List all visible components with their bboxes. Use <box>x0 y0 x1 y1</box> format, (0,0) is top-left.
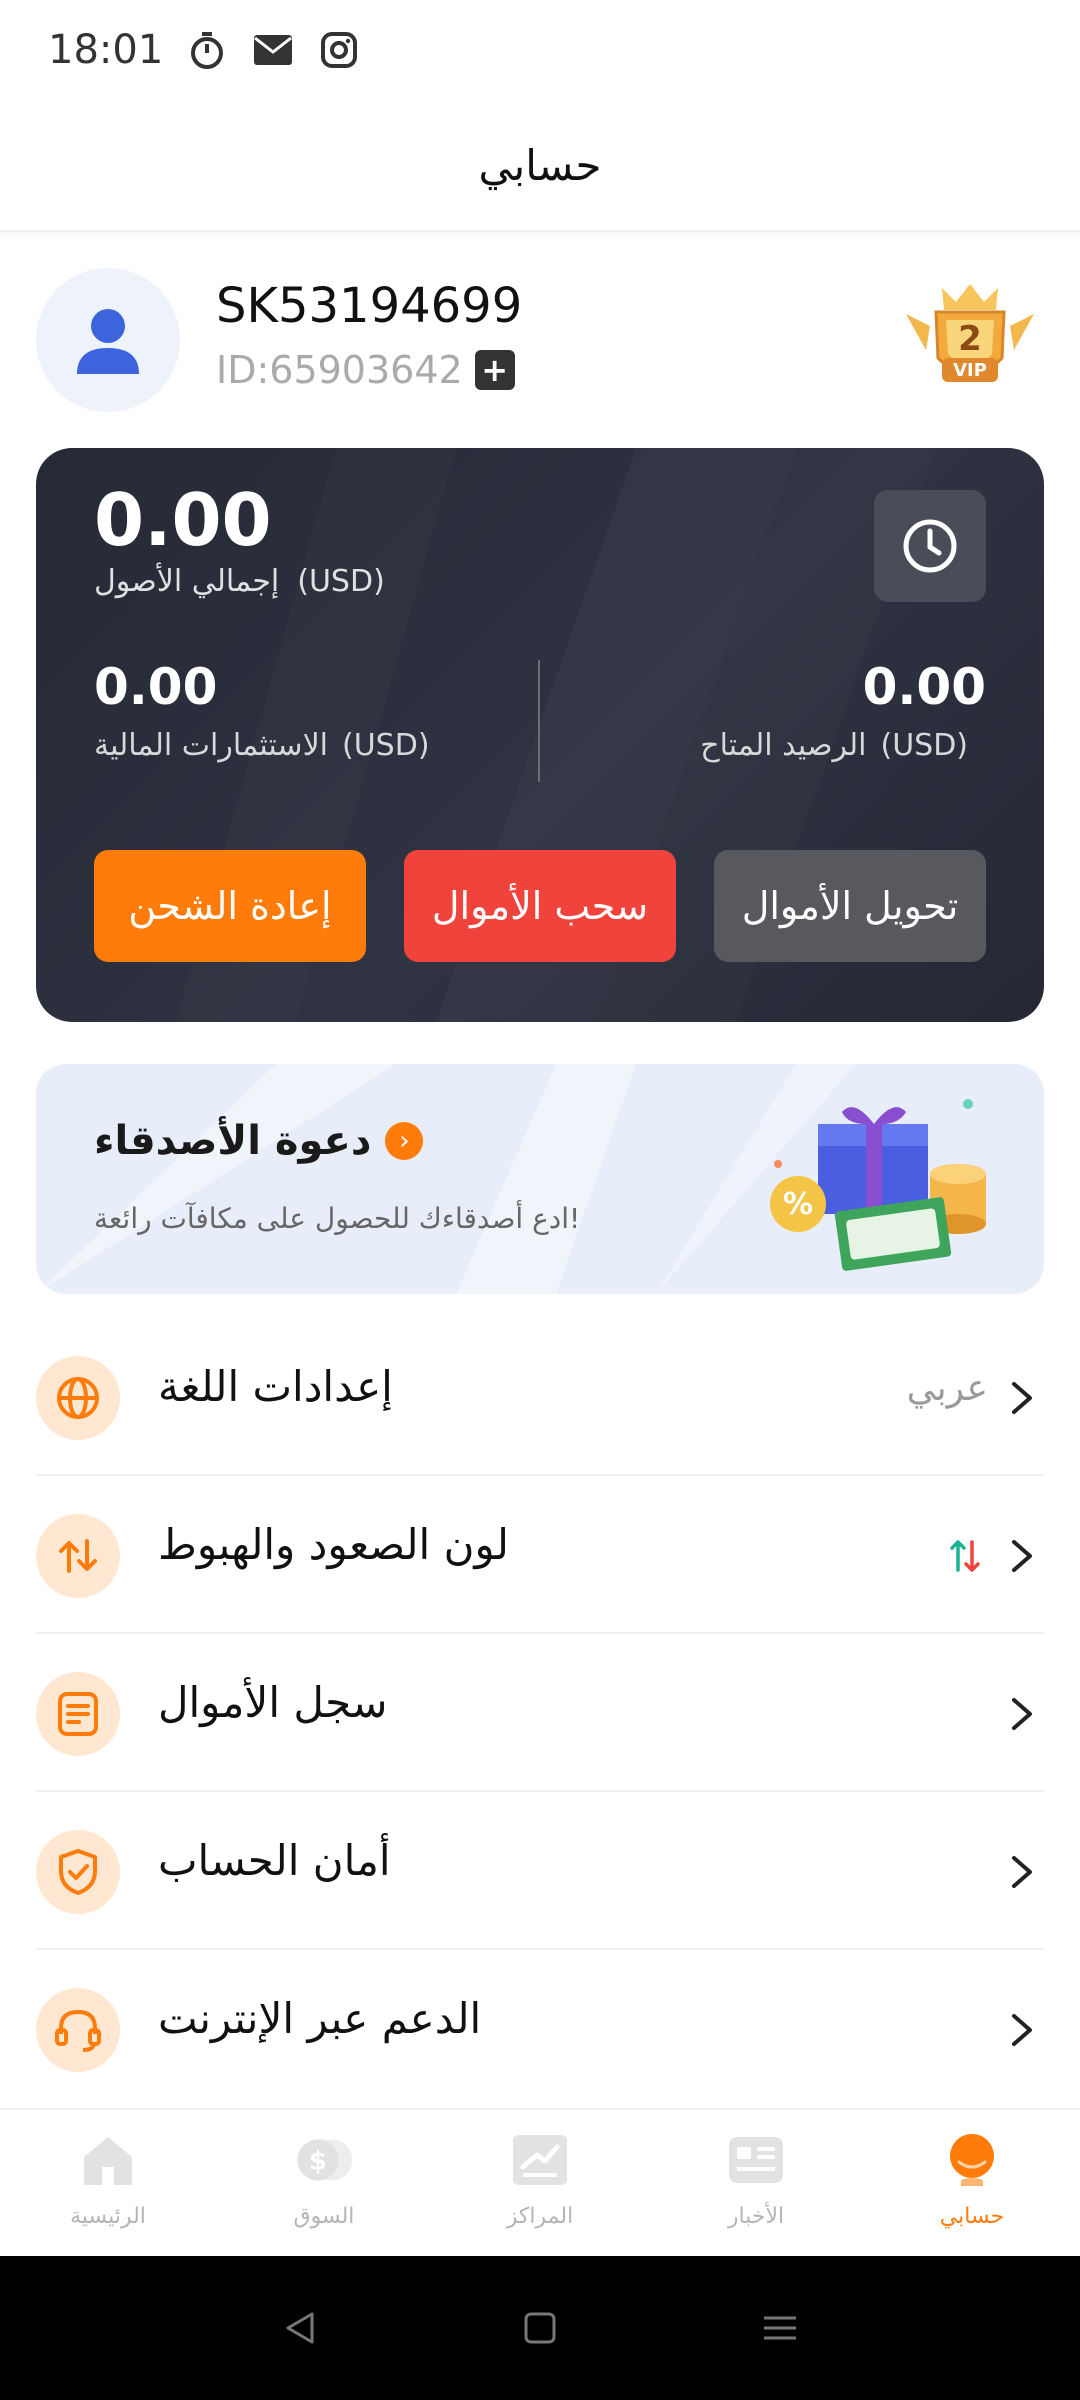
market-coin-icon: $ <box>294 2130 354 2190</box>
avatar[interactable] <box>36 268 180 412</box>
invite-title-row: دعوة الأصدقاء › <box>94 1118 424 1164</box>
profile-icon <box>942 2130 1002 2190</box>
menu-label: سجل الأموال <box>158 1678 388 1727</box>
home-square-icon[interactable] <box>510 2298 570 2358</box>
menu-item-up-down-color[interactable]: لون الصعود والهبوط <box>36 1476 1044 1634</box>
clock-icon <box>903 519 957 573</box>
user-id-row: ID:65903642 + <box>216 348 515 392</box>
up-down-color-indicator-icon <box>950 1540 980 1572</box>
card-divider <box>538 660 540 782</box>
system-nav-bar <box>0 2256 1080 2400</box>
vip-level: 2 <box>958 319 982 359</box>
nav-label: المراكز <box>506 2204 574 2229</box>
nav-market[interactable]: $ السوق <box>216 2110 432 2256</box>
shield-check-icon <box>36 1830 120 1914</box>
nav-label: السوق <box>293 2204 355 2229</box>
home-icon <box>78 2130 138 2190</box>
timer-icon <box>185 28 229 72</box>
vip-label: VIP <box>953 360 987 381</box>
menu-item-account-security[interactable]: أمان الحساب <box>36 1792 1044 1950</box>
menu-label: أمان الحساب <box>158 1836 391 1885</box>
nav-positions[interactable]: المراكز <box>432 2110 648 2256</box>
available-balance-currency: (USD) <box>880 728 968 763</box>
headset-icon <box>36 1988 120 2072</box>
svg-text:%: % <box>783 1187 813 1222</box>
vip-badge[interactable]: 2 VIP <box>896 266 1044 396</box>
svg-text:$: $ <box>309 2146 327 2176</box>
chevron-right-icon <box>1012 2014 1032 2046</box>
investments-currency: (USD) <box>342 728 430 763</box>
investments-value: 0.00 <box>94 658 218 716</box>
invite-subtitle: ادع أصدقاءك للحصول على مكافآت رائعة! <box>94 1202 581 1235</box>
recharge-button[interactable]: إعادة الشحن <box>94 850 366 962</box>
menu-label: الدعم عبر الإنترنت <box>158 1994 482 2043</box>
total-assets-label: إجمالي الأصول (USD) <box>94 564 385 599</box>
mail-icon <box>251 28 295 72</box>
document-icon <box>36 1672 120 1756</box>
status-bar: 18:01 <box>0 0 1080 100</box>
copy-icon[interactable]: + <box>474 350 515 390</box>
nav-label: الرئيسية <box>70 2204 146 2229</box>
news-icon <box>726 2130 786 2190</box>
nav-home[interactable]: الرئيسية <box>0 2110 216 2256</box>
menu-label: إعدادات اللغة <box>158 1362 393 1411</box>
nav-profile[interactable]: حسابي <box>864 2110 1080 2256</box>
total-assets-text: إجمالي الأصول <box>94 564 280 599</box>
investments-label: الاستثمارات المالية (USD) <box>94 728 430 763</box>
nav-label: الأخبار <box>727 2204 785 2229</box>
nav-news[interactable]: الأخبار <box>648 2110 864 2256</box>
available-balance-text: الرصيد المتاح <box>700 728 867 763</box>
recents-menu-icon[interactable] <box>750 2298 810 2358</box>
available-balance-label: الرصيد المتاح (USD) <box>700 728 968 763</box>
nav-label: حسابي <box>939 2204 1005 2229</box>
status-time: 18:01 <box>48 27 164 73</box>
total-assets-currency: (USD) <box>297 564 385 599</box>
chevron-right-icon <box>1012 1540 1032 1572</box>
chevron-right-icon <box>1012 1382 1032 1414</box>
invite-friends-banner[interactable]: دعوة الأصدقاء › ادع أصدقاءك للحصول على م… <box>36 1064 1044 1294</box>
gift-money-illustration: % <box>770 1099 986 1271</box>
menu-label: لون الصعود والهبوط <box>158 1520 509 1569</box>
app-header: حسابي <box>0 100 1080 232</box>
positions-icon <box>510 2130 570 2190</box>
globe-icon <box>36 1356 120 1440</box>
menu-item-online-support[interactable]: الدعم عبر الإنترنت <box>36 1950 1044 2108</box>
language-value: عربي <box>906 1368 988 1409</box>
user-icon <box>77 309 139 374</box>
profile-section: SK53194699 ID:65903642 + 2 VIP <box>36 266 1044 414</box>
page-title: حسابي <box>478 140 602 190</box>
history-button[interactable] <box>874 490 986 602</box>
user-id: ID:65903642 <box>216 348 463 392</box>
invite-title: دعوة الأصدقاء <box>94 1118 372 1164</box>
instagram-icon <box>317 28 361 72</box>
withdraw-button[interactable]: سحب الأموال <box>404 850 676 962</box>
chevron-right-icon: › <box>385 1122 424 1160</box>
bottom-nav: الرئيسية $ السوق المراكز الأخبار حسابي <box>0 2108 1080 2256</box>
menu-item-language[interactable]: إعدادات اللغة عربي <box>36 1318 1044 1476</box>
total-assets-value: 0.00 <box>94 478 272 562</box>
back-triangle-icon[interactable] <box>270 2298 330 2358</box>
available-balance-value: 0.00 <box>862 658 986 716</box>
menu-item-funds-record[interactable]: سجل الأموال <box>36 1634 1044 1792</box>
chevron-right-icon <box>1012 1698 1032 1730</box>
transfer-button[interactable]: تحويل الأموال <box>714 850 986 962</box>
username: SK53194699 <box>216 278 523 334</box>
investments-text: الاستثمارات المالية <box>94 728 329 763</box>
up-down-arrows-icon <box>36 1514 120 1598</box>
chevron-right-icon <box>1012 1856 1032 1888</box>
asset-card: 0.00 إجمالي الأصول (USD) 0.00 الرصيد الم… <box>36 448 1044 1022</box>
